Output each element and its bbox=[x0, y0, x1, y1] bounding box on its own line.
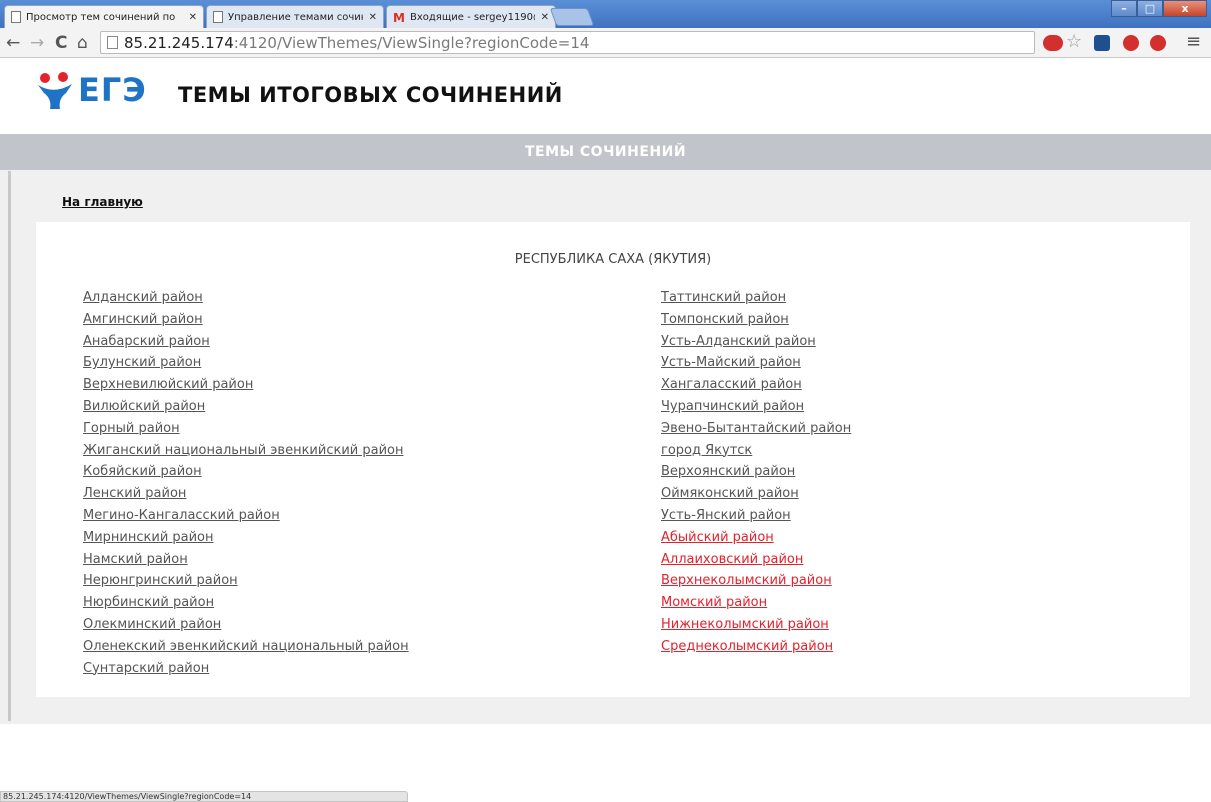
close-icon[interactable]: ✕ bbox=[189, 12, 197, 23]
home-link[interactable]: На главную bbox=[62, 195, 143, 209]
region-title: РЕСПУБЛИКА САХА (ЯКУТИЯ) bbox=[514, 252, 712, 267]
district-link-highlighted[interactable]: Момский район bbox=[661, 592, 851, 614]
district-link[interactable]: город Якутск bbox=[661, 440, 851, 462]
close-icon[interactable]: ✕ bbox=[541, 12, 549, 23]
window-controls: – □ x bbox=[1111, 0, 1207, 17]
tab-manage-themes[interactable]: Управление темами сочине ✕ bbox=[206, 5, 384, 28]
district-link[interactable]: Анабарский район bbox=[83, 331, 409, 353]
district-link[interactable]: Усть-Майский район bbox=[661, 352, 851, 374]
district-link[interactable]: Намский район bbox=[83, 549, 409, 571]
menu-icon[interactable]: ≡ bbox=[1186, 31, 1201, 52]
tab-gmail-inbox[interactable]: M Входящие - sergey1190@g ✕ bbox=[386, 5, 556, 28]
bookmark-star-icon[interactable]: ☆ bbox=[1066, 31, 1082, 52]
district-link[interactable]: Горный район bbox=[83, 418, 409, 440]
adblock-plus-icon[interactable] bbox=[1150, 35, 1166, 51]
browser-toolbar: ← → C ⌂ 85.21.245.174 :4120/ViewThemes/V… bbox=[0, 28, 1211, 58]
region-card: РЕСПУБЛИКА САХА (ЯКУТИЯ) Алданский район… bbox=[36, 222, 1190, 697]
minimize-button[interactable]: – bbox=[1111, 0, 1137, 17]
district-link[interactable]: Нерюнгринский район bbox=[83, 570, 409, 592]
district-link[interactable]: Верхневилюйский район bbox=[83, 374, 409, 396]
district-link[interactable]: Оленекский эвенкийский национальный райо… bbox=[83, 636, 409, 658]
analytics-extension-icon[interactable] bbox=[1094, 35, 1110, 51]
banner-title: ТЕМЫ СОЧИНЕНИЙ bbox=[524, 144, 687, 160]
status-bar-url: 85.21.245.174:4120/ViewThemes/ViewSingle… bbox=[0, 791, 408, 802]
forward-button[interactable]: → bbox=[30, 33, 44, 53]
tab-label: Просмотр тем сочинений по bbox=[26, 11, 176, 23]
browser-tab-bar: Просмотр тем сочинений по ✕ Управление т… bbox=[0, 0, 1211, 28]
close-window-button[interactable]: x bbox=[1163, 0, 1207, 17]
district-link[interactable]: Вилюйский район bbox=[83, 396, 409, 418]
power-extension-icon[interactable] bbox=[1123, 35, 1139, 51]
district-link[interactable]: Мирнинский район bbox=[83, 527, 409, 549]
back-button[interactable]: ← bbox=[6, 33, 20, 53]
new-tab-button[interactable] bbox=[549, 8, 595, 26]
district-link[interactable]: Алданский район bbox=[83, 287, 409, 309]
logo-text: ЕГЭ bbox=[78, 71, 147, 109]
site-title: ТЕМЫ ИТОГОВЫХ СОЧИНЕНИЙ bbox=[178, 83, 563, 107]
section-banner: ТЕМЫ СОЧИНЕНИЙ bbox=[0, 134, 1211, 170]
district-link[interactable]: Верхоянский район bbox=[661, 461, 851, 483]
district-link-highlighted[interactable]: Среднеколымский район bbox=[661, 636, 851, 658]
district-link[interactable]: Сунтарский район bbox=[83, 658, 409, 680]
district-list-left: Алданский район Амгинский район Анабарск… bbox=[83, 287, 409, 679]
district-link[interactable]: Кобяйский район bbox=[83, 461, 409, 483]
tab-label: Управление темами сочине bbox=[228, 11, 363, 23]
district-list-right: Таттинский район Томпонский район Усть-А… bbox=[661, 287, 851, 658]
district-link[interactable]: Жиганский национальный эвенкийский район bbox=[83, 440, 409, 462]
ege-logo[interactable]: ЕГЭ bbox=[36, 71, 147, 109]
url-path: :4120/ViewThemes/ViewSingle?regionCode=1… bbox=[233, 33, 590, 52]
district-link[interactable]: Томпонский район bbox=[661, 309, 851, 331]
page-icon bbox=[107, 36, 118, 49]
page-icon bbox=[11, 11, 21, 23]
address-bar[interactable]: 85.21.245.174 :4120/ViewThemes/ViewSingl… bbox=[100, 31, 1035, 54]
district-link[interactable]: Эвено-Бытантайский район bbox=[661, 418, 851, 440]
district-link[interactable]: Чурапчинский район bbox=[661, 396, 851, 418]
url-host: 85.21.245.174 bbox=[124, 33, 234, 52]
page: ЕГЭ ТЕМЫ ИТОГОВЫХ СОЧИНЕНИЙ ТЕМЫ СОЧИНЕН… bbox=[0, 59, 1211, 724]
district-link-highlighted[interactable]: Аллаиховский район bbox=[661, 549, 851, 571]
district-link[interactable]: Хангаласский район bbox=[661, 374, 851, 396]
page-edge-divider bbox=[8, 171, 11, 721]
close-icon[interactable]: ✕ bbox=[369, 12, 377, 23]
district-link[interactable]: Усть-Алданский район bbox=[661, 331, 851, 353]
district-link[interactable]: Мегино-Кангаласский район bbox=[83, 505, 409, 527]
page-icon bbox=[213, 11, 223, 23]
district-link[interactable]: Нюрбинский район bbox=[83, 592, 409, 614]
pro-extension-icon[interactable] bbox=[1043, 35, 1063, 51]
district-link-highlighted[interactable]: Нижнеколымский район bbox=[661, 614, 851, 636]
gmail-icon: M bbox=[393, 11, 405, 25]
logo-figure-icon bbox=[38, 72, 72, 109]
district-link[interactable]: Усть-Янский район bbox=[661, 505, 851, 527]
district-link[interactable]: Олекминский район bbox=[83, 614, 409, 636]
reload-button[interactable]: C bbox=[55, 33, 67, 53]
district-link-highlighted[interactable]: Абыйский район bbox=[661, 527, 851, 549]
tab-view-themes[interactable]: Просмотр тем сочинений по ✕ bbox=[4, 5, 204, 28]
district-link[interactable]: Оймяконский район bbox=[661, 483, 851, 505]
district-link[interactable]: Ленский район bbox=[83, 483, 409, 505]
district-link[interactable]: Таттинский район bbox=[661, 287, 851, 309]
district-link-highlighted[interactable]: Верхнеколымский район bbox=[661, 570, 851, 592]
maximize-button[interactable]: □ bbox=[1137, 0, 1163, 17]
tab-label: Входящие - sergey1190@g bbox=[410, 11, 535, 23]
home-button[interactable]: ⌂ bbox=[77, 33, 88, 53]
site-header: ЕГЭ ТЕМЫ ИТОГОВЫХ СОЧИНЕНИЙ bbox=[0, 59, 1211, 134]
district-link[interactable]: Булунский район bbox=[83, 352, 409, 374]
district-link[interactable]: Амгинский район bbox=[83, 309, 409, 331]
